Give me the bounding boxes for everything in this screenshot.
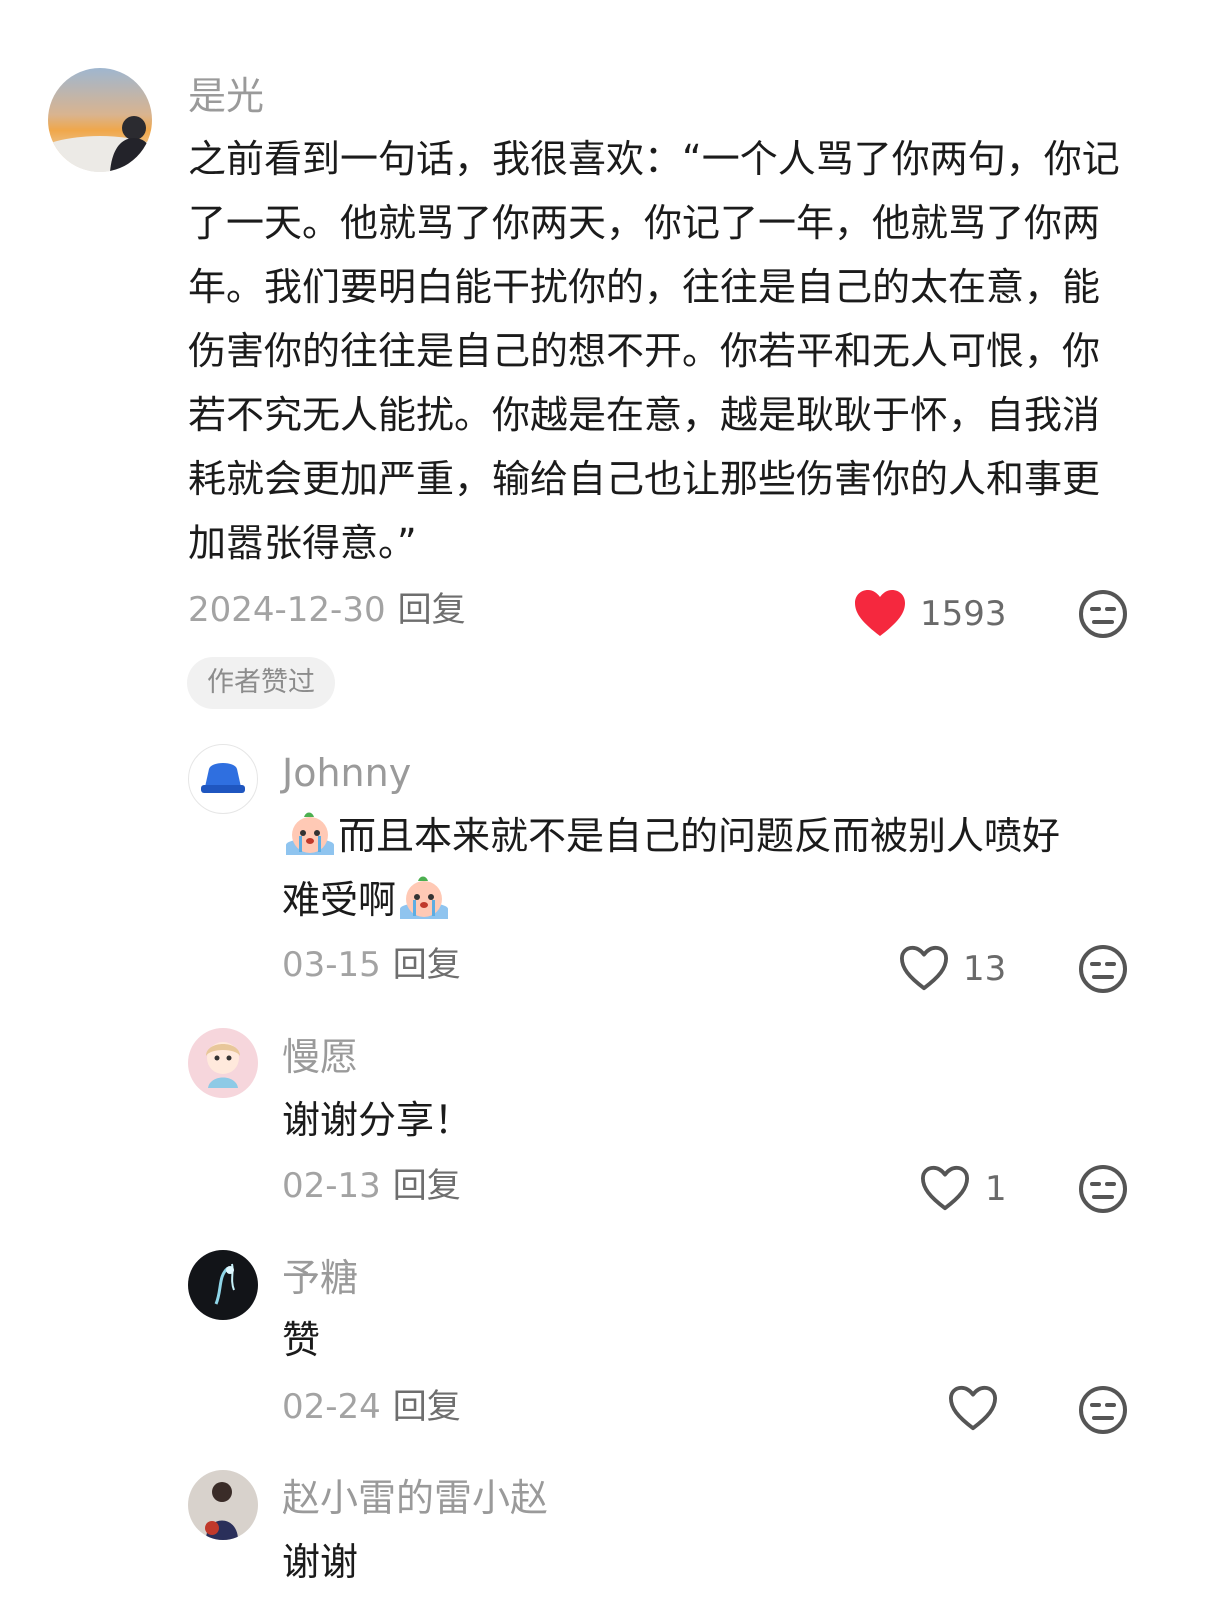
author-liked-badge: 作者赞过: [187, 657, 335, 709]
reply-username[interactable]: 慢愿: [282, 1035, 358, 1079]
top-comment-username[interactable]: 是光: [188, 74, 264, 118]
like-count: 1593: [920, 594, 1007, 634]
reply-meta: 02-13 回复: [282, 1166, 461, 1206]
like-count: 1: [985, 1169, 1007, 1209]
heart-outline-icon: [900, 945, 948, 991]
heart-outline-icon: [921, 1165, 969, 1211]
avatar-shiguang[interactable]: [48, 68, 152, 172]
neutral-face-icon: [1079, 1386, 1127, 1434]
avatar-johnny[interactable]: [188, 744, 258, 814]
like-button[interactable]: [947, 1384, 999, 1432]
like-count: 13: [963, 949, 1007, 989]
dislike-button[interactable]: [1077, 943, 1129, 995]
heart-filled-icon: [855, 590, 905, 636]
top-comment-content: 之前看到一句话，我很喜欢：“一个人骂了你两句，你记了一天。他就骂了你两天，你记了…: [188, 137, 1120, 565]
reply-username[interactable]: 予糖: [282, 1256, 358, 1300]
dislike-button[interactable]: [1077, 1384, 1129, 1436]
reply-button[interactable]: 回复: [398, 590, 466, 630]
heart-outline-icon: [949, 1385, 997, 1431]
comment-date: 02-24: [282, 1387, 381, 1427]
comment-date: 02-13: [282, 1166, 381, 1206]
avatar-zhaoxiaolei[interactable]: [188, 1470, 258, 1540]
avatar-yutang[interactable]: [188, 1250, 258, 1320]
comment-date: 2024-12-30: [188, 590, 386, 630]
avatar-manyuan[interactable]: [188, 1028, 258, 1098]
top-comment-meta: 2024-12-30 回复: [188, 590, 466, 630]
comment-date: 03-15: [282, 945, 381, 985]
reply-meta: 03-15 回复: [282, 945, 461, 985]
dislike-button[interactable]: [1077, 1163, 1129, 1215]
like-button[interactable]: [853, 588, 907, 638]
like-button[interactable]: [919, 1164, 971, 1212]
reply-username[interactable]: Johnny: [282, 751, 411, 795]
neutral-face-icon: [1079, 945, 1127, 993]
reply-content: 而且本来就不是自己的问题反而被别人喷好难受啊: [282, 804, 1142, 932]
neutral-face-icon: [1079, 590, 1127, 638]
dislike-button[interactable]: [1077, 588, 1129, 640]
neutral-face-icon: [1079, 1165, 1127, 1213]
reply-text-main: 而且本来就不是自己的问题反而被别人喷好: [338, 814, 1061, 858]
reply-button[interactable]: 回复: [393, 1166, 461, 1206]
reply-meta: 02-24 回复: [282, 1387, 461, 1427]
reply-button[interactable]: 回复: [393, 945, 461, 985]
reply-content: 赞: [282, 1318, 321, 1362]
like-button[interactable]: [898, 944, 950, 992]
reply-button[interactable]: 回复: [393, 1387, 461, 1427]
reply-text-tail: 难受啊: [282, 878, 397, 922]
crying-peach-emoji-icon: [396, 871, 452, 923]
crying-peach-emoji-icon: [282, 807, 338, 859]
reply-content: 谢谢分享！: [282, 1098, 473, 1142]
reply-username[interactable]: 赵小雷的雷小赵: [282, 1476, 548, 1520]
reply-content: 谢谢: [282, 1540, 359, 1584]
